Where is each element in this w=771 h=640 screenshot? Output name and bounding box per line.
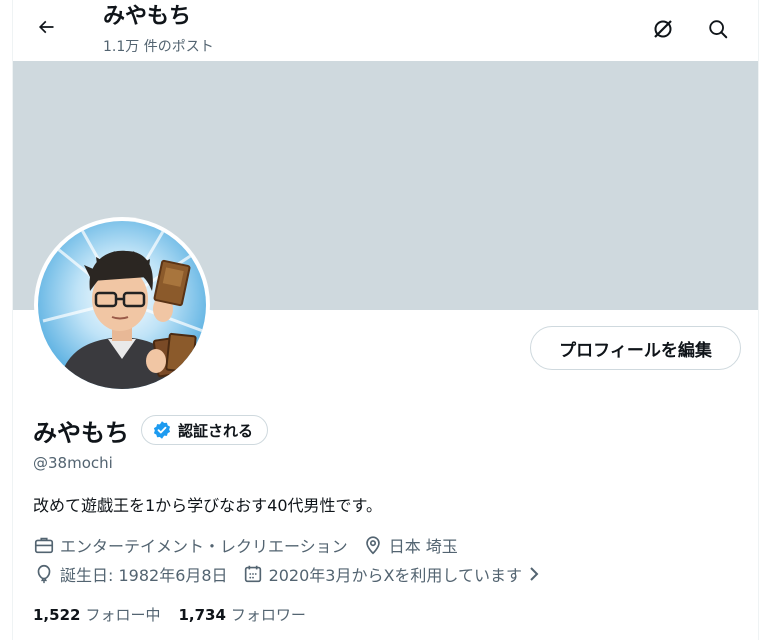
grok-icon — [654, 20, 672, 38]
header-title: みやもち — [103, 4, 192, 29]
back-arrow-icon — [38, 20, 54, 34]
joined-date-link[interactable]: 2020年3月からXを利用しています — [242, 562, 547, 586]
profile-bio: 改めて遊戯王を1から学びなおす40代男性です。 — [33, 496, 382, 515]
following-label: フォロー中 — [85, 606, 161, 624]
birthday-item: 誕生日: 1982年6月8日 — [33, 562, 228, 586]
search-button[interactable] — [701, 12, 735, 46]
profile-column: みやもち 1.1万 件のポスト プロフィールを編集 みやもち 認証される @38… — [12, 0, 759, 640]
get-verified-label: 認証される — [178, 421, 254, 440]
briefcase-icon — [34, 537, 54, 554]
category-text: エンターテイメント・レクリエーション — [60, 537, 348, 556]
location-text: 日本 埼玉 — [388, 537, 458, 556]
following-link[interactable]: 1,522 フォロー中 — [33, 604, 160, 625]
following-count: 1,522 — [33, 605, 81, 624]
search-icon — [709, 20, 728, 39]
followers-label: フォロワー — [230, 606, 306, 624]
edit-profile-button[interactable]: プロフィールを編集 — [530, 326, 741, 370]
display-name: みやもち — [33, 418, 129, 447]
category-item: エンターテイメント・レクリエーション — [33, 533, 348, 557]
location-item: 日本 埼玉 — [362, 533, 458, 557]
birthday-text: 誕生日: 1982年6月8日 — [60, 566, 228, 585]
grok-button[interactable] — [646, 12, 680, 46]
verified-badge-icon — [153, 421, 171, 439]
location-pin-icon — [365, 536, 380, 555]
profile-meta-row-1: エンターテイメント・レクリエーション 日本 埼玉 — [33, 533, 472, 557]
followers-count: 1,734 — [178, 605, 226, 624]
get-verified-button[interactable]: 認証される — [141, 415, 269, 445]
user-handle: @38mochi — [33, 454, 113, 472]
avatar[interactable] — [34, 217, 210, 393]
follow-stats: 1,522 フォロー中 1,734 フォロワー — [33, 604, 324, 625]
profile-header: みやもち 1.1万 件のポスト — [13, 0, 758, 61]
post-count: 1.1万 件のポスト — [103, 39, 214, 55]
joined-text: 2020年3月からXを利用しています — [268, 566, 522, 585]
followers-link[interactable]: 1,734 フォロワー — [178, 604, 305, 625]
chevron-right-icon — [530, 567, 539, 581]
balloon-icon — [37, 564, 51, 584]
avatar-image — [38, 221, 206, 389]
profile-meta-row-2: 誕生日: 1982年6月8日 2020年3月からXを利用しています — [33, 562, 561, 586]
back-button[interactable] — [29, 10, 63, 44]
calendar-icon — [244, 565, 261, 583]
name-row: みやもち 認証される — [33, 412, 269, 448]
